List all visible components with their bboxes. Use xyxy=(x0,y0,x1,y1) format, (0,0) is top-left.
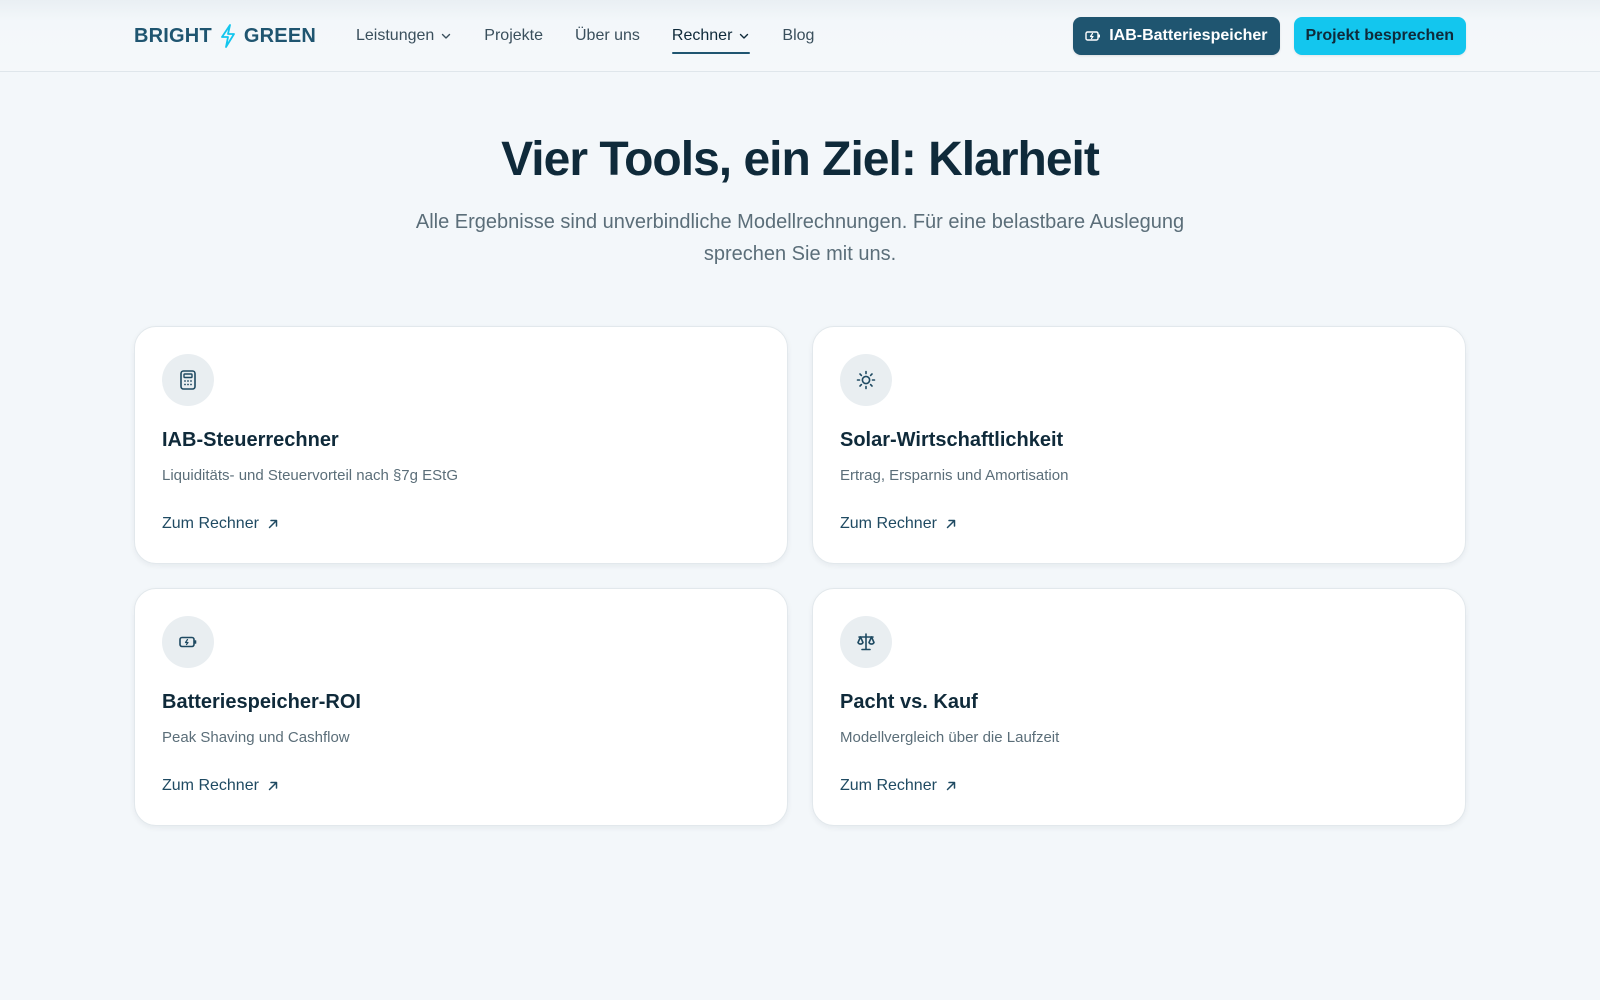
tool-card-batteriespeicher-roi[interactable]: Batteriespeicher-ROI Peak Shaving und Ca… xyxy=(134,588,788,826)
nav-item-blog[interactable]: Blog xyxy=(782,18,814,54)
site-header: BRIGHT GREEN Leistungen Projekte Über un… xyxy=(0,0,1600,72)
lightning-bolt-icon xyxy=(220,24,235,48)
projekt-besprechen-button[interactable]: Projekt besprechen xyxy=(1293,17,1466,55)
scale-icon xyxy=(857,633,875,651)
battery-charging-icon xyxy=(1085,31,1101,41)
nav-item-ueber-uns[interactable]: Über uns xyxy=(575,18,640,54)
header-inner: BRIGHT GREEN Leistungen Projekte Über un… xyxy=(134,0,1466,72)
iab-battery-button-label: IAB-Batteriespeicher xyxy=(1109,27,1268,44)
page-title: Vier Tools, ein Ziel: Klarheit xyxy=(501,133,1100,186)
tool-card-pacht-vs-kauf[interactable]: Pacht vs. Kauf Modellvergleich über die … xyxy=(812,588,1466,826)
brand-logo[interactable]: BRIGHT GREEN xyxy=(134,24,316,48)
arrow-up-right-icon xyxy=(268,519,278,529)
card-icon-wrapper xyxy=(840,354,892,406)
nav-item-label: Projekte xyxy=(484,27,543,44)
zum-rechner-link[interactable]: Zum Rechner xyxy=(162,515,279,533)
main-nav: Leistungen Projekte Über uns Rechner Blo… xyxy=(356,18,814,54)
link-label: Zum Rechner xyxy=(162,777,259,794)
link-label: Zum Rechner xyxy=(840,515,937,532)
arrow-up-right-icon xyxy=(946,781,956,791)
page-subtitle: Alle Ergebnisse sind unverbindliche Mode… xyxy=(415,211,1185,265)
sun-icon xyxy=(856,370,876,390)
card-description: Ertrag, Ersparnis und Amortisation xyxy=(840,467,1069,484)
brand-logo-left: BRIGHT xyxy=(134,24,212,47)
tool-card-iab-steuerrechner[interactable]: IAB-Steuerrechner Liquiditäts- und Steue… xyxy=(134,326,788,564)
card-description: Modellvergleich über die Laufzeit xyxy=(840,729,1060,746)
zum-rechner-link[interactable]: Zum Rechner xyxy=(162,777,279,795)
brand-logo-right: GREEN xyxy=(243,24,316,47)
nav-item-projekte[interactable]: Projekte xyxy=(484,18,543,54)
zum-rechner-link[interactable]: Zum Rechner xyxy=(840,515,957,533)
card-title: Pacht vs. Kauf xyxy=(840,691,978,713)
link-label: Zum Rechner xyxy=(840,777,937,794)
iab-battery-button[interactable]: IAB-Batteriespeicher xyxy=(1073,17,1280,55)
nav-item-label: Über uns xyxy=(575,27,640,44)
projekt-besprechen-label: Projekt besprechen xyxy=(1305,27,1455,44)
card-description: Peak Shaving und Cashflow xyxy=(162,729,350,746)
battery-icon xyxy=(179,636,197,648)
card-icon-wrapper xyxy=(162,354,214,406)
card-title: Batteriespeicher-ROI xyxy=(162,691,361,713)
nav-item-rechner[interactable]: Rechner xyxy=(671,18,751,54)
arrow-up-right-icon xyxy=(268,781,278,791)
nav-item-label: Blog xyxy=(782,27,815,44)
nav-item-label: Leistungen xyxy=(356,27,435,44)
arrow-up-right-icon xyxy=(946,519,956,529)
chevron-down-icon xyxy=(442,33,451,39)
nav-item-leistungen[interactable]: Leistungen xyxy=(356,18,452,54)
card-title: IAB-Steuerrechner xyxy=(162,429,339,451)
chevron-down-icon xyxy=(740,33,749,39)
card-icon-wrapper xyxy=(162,616,214,668)
card-description: Liquiditäts- und Steuervorteil nach §7g … xyxy=(162,467,459,484)
card-title: Solar-Wirtschaftlichkeit xyxy=(840,429,1064,451)
card-icon-wrapper xyxy=(840,616,892,668)
header-actions: IAB-Batteriespeicher Projekt besprechen xyxy=(1073,17,1466,55)
nav-item-label: Rechner xyxy=(671,27,733,44)
link-label: Zum Rechner xyxy=(162,515,259,532)
calculator-icon xyxy=(180,370,196,390)
zum-rechner-link[interactable]: Zum Rechner xyxy=(840,777,957,795)
tool-card-solar-wirtschaftlichkeit[interactable]: Solar-Wirtschaftlichkeit Ertrag, Ersparn… xyxy=(812,326,1466,564)
